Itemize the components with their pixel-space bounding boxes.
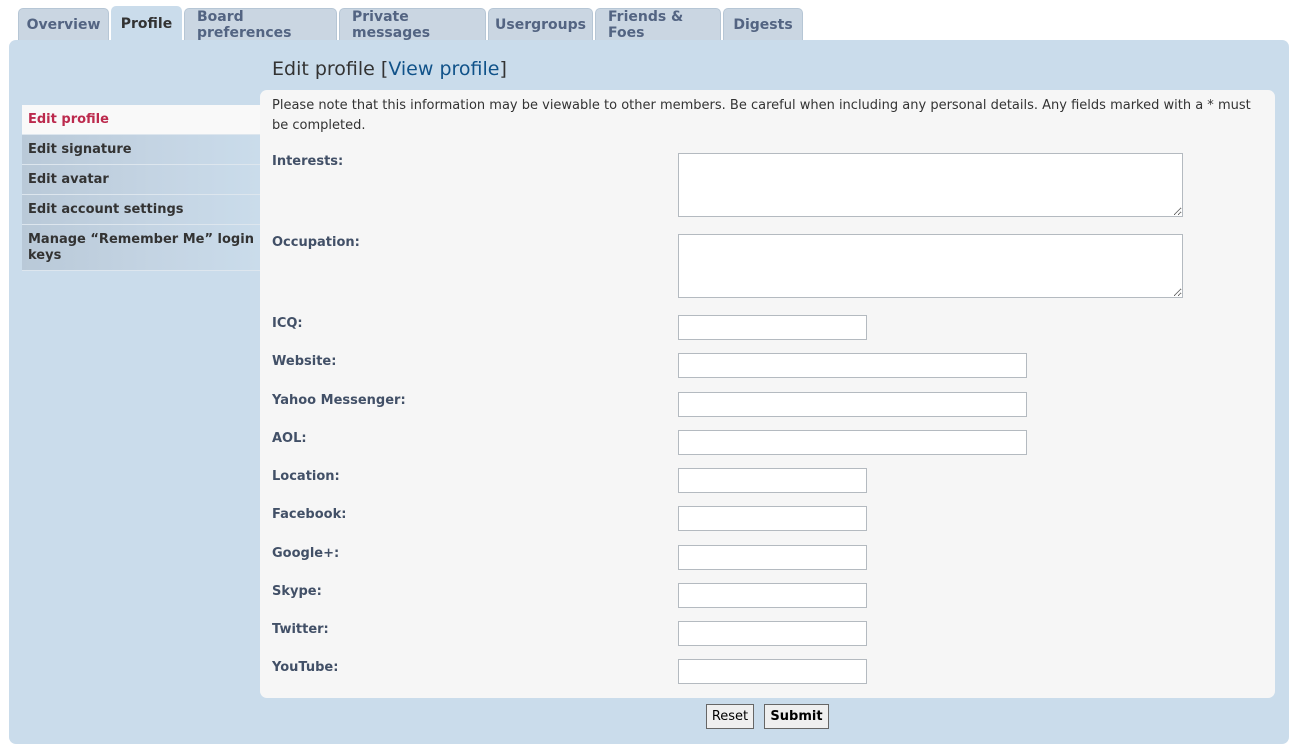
reset-button[interactable]: Reset bbox=[706, 704, 754, 729]
page-title: Edit profile [View profile] bbox=[272, 58, 507, 80]
yahoo-field[interactable] bbox=[678, 392, 1027, 417]
menu-item-edit-account-settings[interactable]: Edit account settings bbox=[22, 195, 260, 225]
view-profile-link[interactable]: View profile bbox=[388, 58, 499, 80]
tab-profile[interactable]: Profile bbox=[111, 6, 182, 40]
icq-label: ICQ: bbox=[272, 316, 303, 331]
location-label: Location: bbox=[272, 469, 340, 484]
tab-friends-foes[interactable]: Friends & Foes bbox=[595, 8, 721, 41]
youtube-label: YouTube: bbox=[272, 660, 339, 675]
tab-overview[interactable]: Overview bbox=[18, 8, 109, 40]
menu-item-edit-signature[interactable]: Edit signature bbox=[22, 135, 260, 165]
tab-bar: Overview Profile Board preferences Priva… bbox=[18, 6, 803, 41]
aol-field[interactable] bbox=[678, 430, 1027, 455]
aol-label: AOL: bbox=[272, 431, 307, 446]
yahoo-label: Yahoo Messenger: bbox=[272, 393, 406, 408]
interests-field[interactable] bbox=[678, 153, 1183, 217]
ucp-panel: Edit profile [View profile] Edit profile… bbox=[9, 40, 1289, 744]
menu-item-edit-avatar[interactable]: Edit avatar bbox=[22, 165, 260, 195]
twitter-field[interactable] bbox=[678, 621, 867, 646]
location-field[interactable] bbox=[678, 468, 867, 493]
twitter-label: Twitter: bbox=[272, 622, 329, 637]
website-field[interactable] bbox=[678, 353, 1027, 378]
tab-board-preferences[interactable]: Board preferences bbox=[184, 8, 337, 41]
website-label: Website: bbox=[272, 354, 337, 369]
facebook-field[interactable] bbox=[678, 506, 867, 531]
tab-usergroups[interactable]: Usergroups bbox=[488, 8, 593, 40]
skype-field[interactable] bbox=[678, 583, 867, 608]
profile-form: Please note that this information may be… bbox=[260, 90, 1275, 698]
menu-item-edit-profile[interactable]: Edit profile bbox=[22, 105, 260, 135]
menu-item-remember-me-keys[interactable]: Manage “Remember Me” login keys bbox=[22, 225, 260, 271]
side-menu: Edit profile Edit signature Edit avatar … bbox=[22, 105, 260, 271]
page-title-text: Edit profile bbox=[272, 58, 375, 80]
facebook-label: Facebook: bbox=[272, 507, 347, 522]
form-note: Please note that this information may be… bbox=[272, 98, 1251, 133]
icq-field[interactable] bbox=[678, 315, 867, 340]
tab-digests[interactable]: Digests bbox=[723, 8, 803, 40]
youtube-field[interactable] bbox=[678, 659, 867, 684]
googleplus-label: Google+: bbox=[272, 546, 340, 561]
tab-private-messages[interactable]: Private messages bbox=[339, 8, 486, 41]
occupation-field[interactable] bbox=[678, 234, 1183, 298]
occupation-label: Occupation: bbox=[272, 235, 360, 250]
interests-label: Interests: bbox=[272, 154, 344, 169]
submit-button[interactable]: Submit bbox=[764, 704, 829, 729]
bracket-close: ] bbox=[499, 58, 507, 80]
skype-label: Skype: bbox=[272, 584, 322, 599]
googleplus-field[interactable] bbox=[678, 545, 867, 570]
